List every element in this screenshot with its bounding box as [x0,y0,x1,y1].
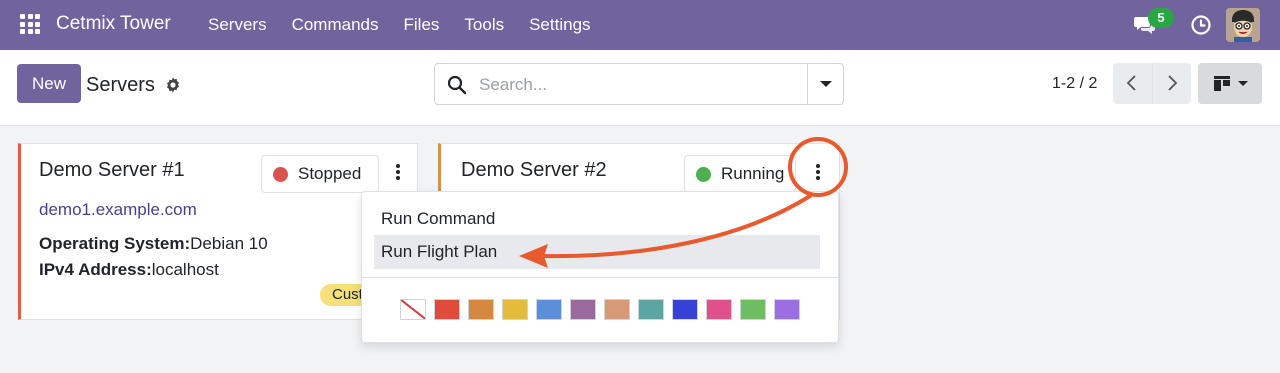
field-label: IPv4 Address: [39,260,152,279]
color-swatch[interactable] [502,299,528,320]
notification-badge: 5 [1148,8,1174,28]
search-input[interactable] [479,72,799,98]
kebab-menu-icon [396,164,400,180]
user-avatar[interactable] [1226,8,1260,42]
kanban-view-icon [1214,76,1230,91]
field-ipv4-address: IPv4 Address:localhost [39,260,219,280]
color-swatch[interactable] [570,299,596,320]
chevron-left-icon [1126,75,1136,91]
chevron-right-icon [1168,75,1178,91]
control-panel: New Servers 1-2 / 2 [0,50,1280,126]
field-label: Operating System: [39,234,191,253]
search-icon [447,75,467,95]
menu-item-tools[interactable]: Tools [464,15,504,35]
gear-icon[interactable] [164,76,182,94]
status-badge[interactable]: Running [684,155,796,193]
new-button[interactable]: New [17,64,81,103]
page-title: Servers [86,74,155,96]
view-switcher-button[interactable] [1198,63,1262,104]
color-swatch[interactable] [434,299,460,320]
pager-previous-button[interactable] [1113,63,1152,104]
server-name: Demo Server #1 [39,159,185,181]
server-card[interactable]: Demo Server #1 Stopped demo1.example.com… [18,143,418,320]
status-label: Running [721,164,785,183]
color-picker [400,299,800,320]
search-options-toggle[interactable] [807,64,843,104]
color-swatch[interactable] [536,299,562,320]
color-swatch[interactable] [706,299,732,320]
color-swatch[interactable] [672,299,698,320]
chevron-down-icon [820,81,832,87]
activity-clock-icon[interactable] [1190,14,1212,36]
card-dropdown-menu: Run Command Run Flight Plan [361,191,839,343]
status-badge[interactable]: Stopped [261,155,379,193]
menu-item-settings[interactable]: Settings [529,15,590,35]
search-bar [434,63,844,105]
divider [362,277,838,278]
card-menu-button[interactable] [387,157,409,187]
server-name: Demo Server #2 [461,159,607,181]
color-swatch[interactable] [604,299,630,320]
color-swatch[interactable] [468,299,494,320]
color-swatch[interactable] [638,299,664,320]
menu-item-files[interactable]: Files [404,15,440,35]
main-menu: Servers Commands Files Tools Settings [208,15,616,35]
menu-item-commands[interactable]: Commands [292,15,379,35]
server-url-link[interactable]: demo1.example.com [39,200,197,220]
pager-value[interactable]: 1-2 / 2 [1052,75,1097,93]
field-value: localhost [151,260,219,279]
apps-menu-icon[interactable] [20,14,40,34]
color-swatch-none[interactable] [400,299,426,320]
kebab-menu-icon [816,164,820,180]
pager-next-button[interactable] [1152,63,1191,104]
field-value: Debian 10 [190,234,268,253]
color-swatch[interactable] [740,299,766,320]
menu-item-run-flight-plan[interactable]: Run Flight Plan [374,235,820,269]
color-swatch[interactable] [774,299,800,320]
card-menu-button[interactable] [807,157,829,187]
status-label: Stopped [298,164,362,183]
chevron-down-icon [1238,81,1248,86]
menu-item-servers[interactable]: Servers [208,15,267,35]
status-dot [696,166,711,182]
top-navbar: Cetmix Tower Servers Commands Files Tool… [0,0,1280,50]
menu-item-run-command[interactable]: Run Command [374,202,820,236]
pager-buttons [1113,63,1191,104]
app-brand[interactable]: Cetmix Tower [56,13,171,35]
status-dot [273,166,288,182]
field-operating-system: Operating System:Debian 10 [39,234,268,254]
